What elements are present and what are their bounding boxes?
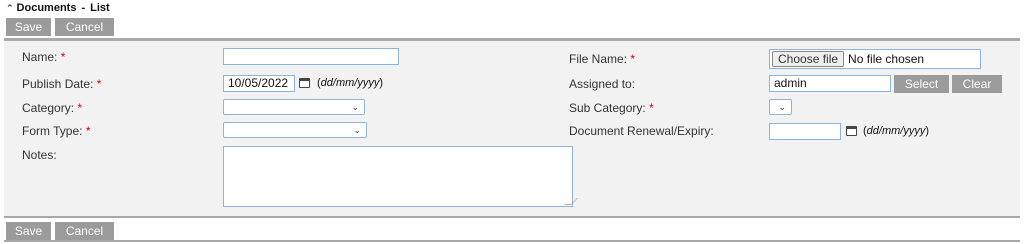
form-type-label: Form Type: *: [22, 124, 91, 138]
notes-textarea[interactable]: [223, 146, 578, 207]
calendar-icon[interactable]: [299, 78, 310, 88]
bottom-divider: [4, 216, 1020, 218]
renewal-expiry-input[interactable]: [769, 123, 841, 140]
chevron-down-icon: ⌄: [778, 102, 786, 112]
notes-label: Notes:: [22, 148, 57, 162]
name-input[interactable]: [223, 48, 399, 65]
save-button-bottom[interactable]: Save: [6, 222, 51, 240]
publish-date-format-hint: (dd/mm/yyyy): [317, 77, 384, 89]
renewal-format-hint: (dd/mm/yyyy): [863, 125, 930, 137]
cancel-button-bottom[interactable]: Cancel: [55, 222, 114, 240]
category-select[interactable]: ⌄: [223, 99, 365, 115]
title-page: List: [90, 2, 110, 14]
form-type-select[interactable]: ⌄: [223, 122, 367, 138]
publish-date-input[interactable]: 10/05/2022: [223, 75, 295, 92]
assigned-to-label: Assigned to:: [569, 77, 636, 91]
collapse-caret-icon[interactable]: ⌃: [6, 3, 14, 14]
calendar-icon[interactable]: [846, 126, 857, 136]
renewal-expiry-label: Document Renewal/Expiry:: [569, 124, 714, 138]
file-name-label: File Name: *: [569, 52, 636, 66]
choose-file-button[interactable]: Choose file: [772, 51, 845, 67]
save-button-top[interactable]: Save: [6, 18, 51, 36]
sub-category-label: Sub Category: *: [569, 101, 654, 115]
name-label: Name: *: [22, 50, 66, 64]
file-input[interactable]: Choose file No file chosen: [769, 49, 981, 69]
category-label: Category: *: [22, 101, 83, 115]
page-title: ⌃ Documents - List: [6, 1, 110, 15]
clear-button[interactable]: Clear: [952, 75, 1002, 93]
chevron-down-icon: ⌄: [351, 102, 359, 112]
select-button[interactable]: Select: [894, 75, 949, 93]
title-section: Documents: [16, 2, 77, 14]
sub-category-select[interactable]: ⌄: [769, 99, 792, 115]
publish-date-label: Publish Date: *: [22, 77, 102, 91]
footer-divider: [4, 240, 1020, 242]
title-separator: -: [81, 2, 86, 14]
cancel-button-top[interactable]: Cancel: [55, 18, 114, 36]
chevron-down-icon: ⌄: [353, 125, 361, 135]
assigned-to-input[interactable]: admin: [769, 75, 891, 92]
file-status: No file chosen: [848, 52, 925, 66]
